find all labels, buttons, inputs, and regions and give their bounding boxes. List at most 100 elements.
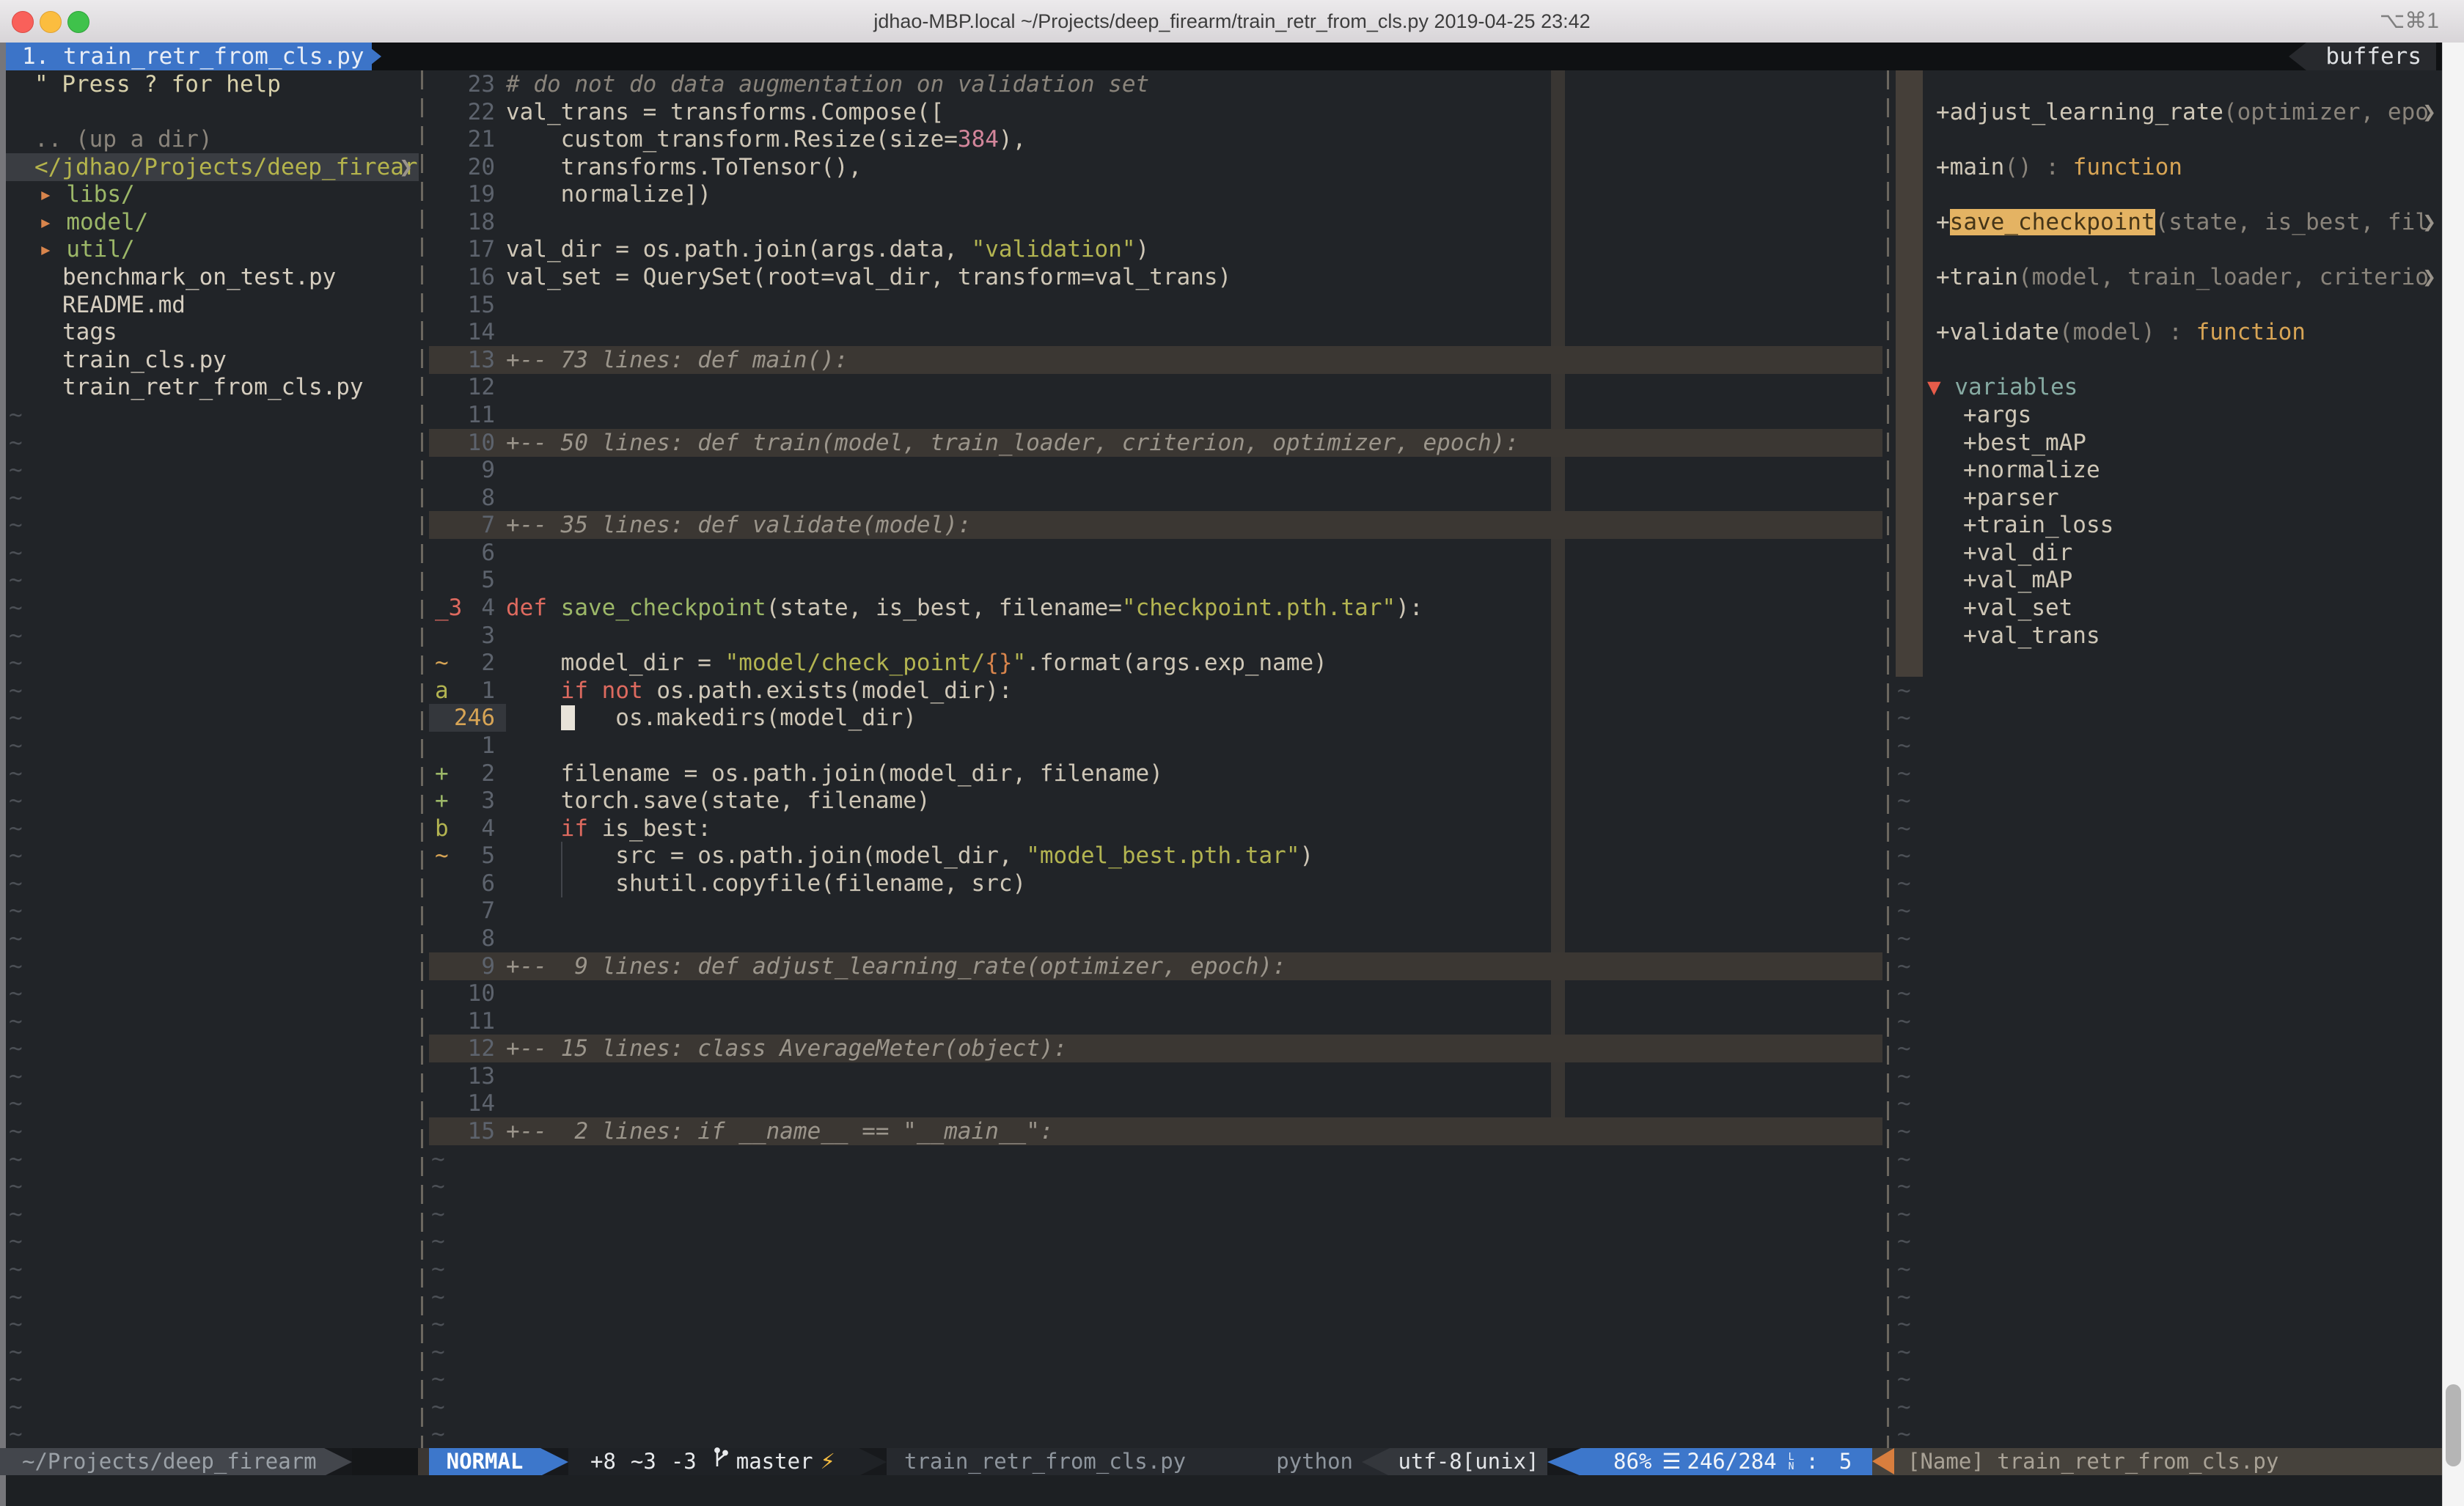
empty-line[interactable]: ~ (6, 622, 419, 650)
code-line[interactable]: 8 (429, 925, 1882, 952)
tag-entry[interactable]: +val_set (1893, 594, 2442, 622)
code-line[interactable]: 22val_trans = transforms.Compose([ (429, 98, 1882, 126)
tree-item[interactable]: .. (up a dir) (6, 125, 419, 153)
code-line[interactable]: 13+-- 73 lines: def main(): (429, 346, 1882, 374)
empty-line[interactable]: ~ (6, 1227, 419, 1255)
tree-item[interactable]: </jdhao/Projects/deep_firear❯ (6, 153, 419, 181)
code-line[interactable]: 11 (429, 1007, 1882, 1035)
empty-line[interactable]: ~ (6, 732, 419, 760)
empty-line[interactable]: ~ (429, 1393, 1882, 1421)
empty-line[interactable]: ~ (1893, 842, 2442, 870)
scrollbar-thumb[interactable] (2446, 1384, 2461, 1466)
empty-line[interactable]: ~ (6, 677, 419, 705)
code-line[interactable]: +3 torch.save(state, filename) (429, 787, 1882, 815)
tree-item[interactable]: benchmark_on_test.py (6, 263, 419, 291)
empty-line[interactable]: ~ (1893, 925, 2442, 952)
code-line[interactable]: 9 (429, 456, 1882, 484)
tag-entry[interactable]: +val_dir (1893, 539, 2442, 567)
empty-line[interactable]: ~ (1893, 1283, 2442, 1311)
empty-line[interactable]: ~ (1893, 1227, 2442, 1255)
code-line[interactable]: 7+-- 35 lines: def validate(model): (429, 511, 1882, 539)
code-line[interactable]: 10+-- 50 lines: def train(model, train_l… (429, 429, 1882, 457)
empty-line[interactable]: ~ (1893, 677, 2442, 705)
code-line[interactable]: 23# do not do data augmentation on valid… (429, 70, 1882, 98)
empty-line[interactable]: ~ (6, 980, 419, 1007)
empty-line[interactable]: ~ (6, 511, 419, 539)
empty-line[interactable]: ~ (6, 429, 419, 457)
tag-entry[interactable]: +adjust_learning_rate(optimizer, epo❯ (1893, 98, 2442, 126)
code-line[interactable]: 13 (429, 1062, 1882, 1090)
code-line[interactable]: 12+-- 15 lines: class AverageMeter(objec… (429, 1035, 1882, 1062)
empty-line[interactable]: ~ (429, 1420, 1882, 1448)
empty-line[interactable]: ~ (6, 484, 419, 512)
window-separator-left[interactable] (421, 70, 423, 1448)
empty-line[interactable]: ~ (1893, 1393, 2442, 1421)
nerdtree-window[interactable]: " Press ? for help .. (up a dir)</jdhao/P… (6, 43, 419, 1448)
code-line[interactable]: ~5 src = os.path.join(model_dir, "model_… (429, 842, 1882, 870)
code-line[interactable]: 8 (429, 484, 1882, 512)
tag-entry[interactable]: +train_loss (1893, 511, 2442, 539)
empty-line[interactable]: ~ (6, 1255, 419, 1283)
code-line[interactable]: 11 (429, 401, 1882, 429)
tag-entry[interactable]: +train(model, train_loader, criterio❯ (1893, 263, 2442, 291)
empty-line[interactable]: ~ (6, 787, 419, 815)
code-line[interactable]: 15 (429, 291, 1882, 319)
code-line[interactable]: 19 normalize]) (429, 180, 1882, 208)
empty-line[interactable]: ~ (1893, 732, 2442, 760)
code-line[interactable]: 3 (429, 622, 1882, 650)
empty-line[interactable]: ~ (1893, 1310, 2442, 1338)
empty-line[interactable]: ~ (6, 1420, 419, 1448)
editor-window[interactable]: 23# do not do data augmentation on valid… (429, 43, 1882, 1448)
empty-line[interactable]: ~ (429, 1145, 1882, 1173)
tag-entry[interactable]: +val_trans (1893, 622, 2442, 650)
empty-line[interactable]: ~ (429, 1365, 1882, 1393)
empty-line[interactable]: ~ (1893, 1117, 2442, 1145)
empty-line[interactable]: ~ (1893, 952, 2442, 980)
empty-line[interactable]: ~ (1893, 1172, 2442, 1200)
empty-line[interactable]: ~ (1893, 1365, 2442, 1393)
code-line[interactable]: +2 filename = os.path.join(model_dir, fi… (429, 760, 1882, 787)
tree-item[interactable]: " Press ? for help (6, 70, 419, 98)
window-separator-right[interactable] (1887, 70, 1889, 1448)
empty-line[interactable]: ~ (6, 1393, 419, 1421)
empty-line[interactable]: ~ (6, 649, 419, 677)
empty-line[interactable]: ~ (429, 1200, 1882, 1228)
code-line[interactable]: 12 (429, 373, 1882, 401)
window-titlebar[interactable]: jdhao-MBP.local ~/Projects/deep_firearm/… (0, 0, 2464, 43)
vim-command-line[interactable] (6, 1475, 2442, 1506)
empty-line[interactable]: ~ (6, 1090, 419, 1117)
code-line[interactable]: 5 (429, 566, 1882, 594)
code-line[interactable]: 14 (429, 318, 1882, 346)
empty-line[interactable]: ~ (6, 1338, 419, 1366)
tag-entry[interactable]: +main() : function (1893, 153, 2442, 181)
tree-item[interactable]: train_retr_from_cls.py (6, 373, 419, 401)
code-line[interactable]: 14 (429, 1090, 1882, 1117)
empty-line[interactable]: ~ (6, 1035, 419, 1062)
empty-line[interactable]: ~ (1893, 787, 2442, 815)
empty-line[interactable]: ~ (1893, 704, 2442, 732)
scrollbar-track[interactable] (2442, 43, 2464, 1506)
code-line[interactable]: 21 custom_transform.Resize(size=384), (429, 125, 1882, 153)
empty-line[interactable]: ~ (6, 1172, 419, 1200)
empty-line[interactable]: ~ (1893, 1255, 2442, 1283)
empty-line[interactable]: ~ (6, 704, 419, 732)
tree-item[interactable]: ▸ util/ (6, 235, 419, 263)
code-line[interactable]: 246 os.makedirs(model_dir) (429, 704, 1882, 732)
code-line[interactable]: 6 shutil.copyfile(filename, src) (429, 870, 1882, 897)
tree-item[interactable]: ▸ libs/ (6, 180, 419, 208)
tree-item[interactable]: train_cls.py (6, 346, 419, 374)
empty-line[interactable]: ~ (429, 1338, 1882, 1366)
empty-line[interactable]: ~ (429, 1310, 1882, 1338)
empty-line[interactable]: ~ (6, 897, 419, 925)
empty-line[interactable]: ~ (1893, 870, 2442, 897)
empty-line[interactable]: ~ (6, 815, 419, 842)
empty-line[interactable]: ~ (6, 952, 419, 980)
empty-line[interactable]: ~ (1893, 897, 2442, 925)
empty-line[interactable]: ~ (6, 870, 419, 897)
tag-entry[interactable]: +args (1893, 401, 2442, 429)
tag-entry[interactable]: ▼ variables (1893, 373, 2442, 401)
code-line[interactable]: 1 (429, 732, 1882, 760)
empty-line[interactable]: ~ (6, 566, 419, 594)
code-line[interactable]: 10 (429, 980, 1882, 1007)
tagbar-window[interactable]: +adjust_learning_rate(optimizer, epo❯ +ma… (1893, 43, 2442, 1448)
